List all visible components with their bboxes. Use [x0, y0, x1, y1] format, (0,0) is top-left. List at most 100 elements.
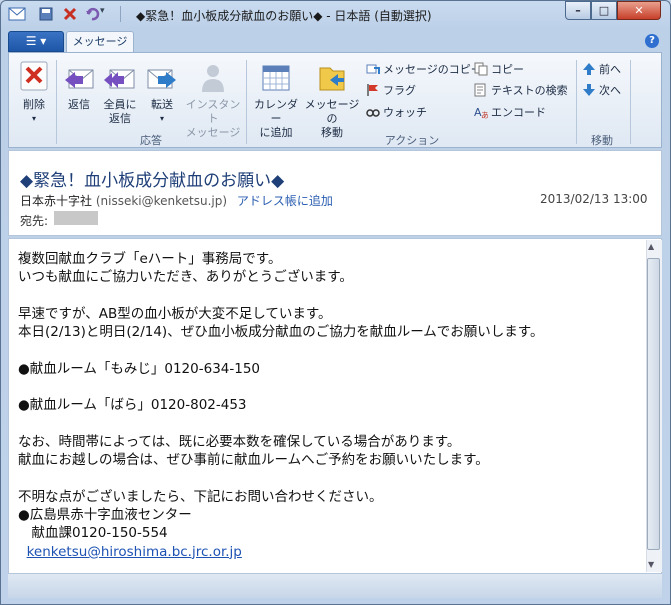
person-icon	[197, 62, 229, 94]
copy-message-label: メッセージのコピー	[383, 63, 482, 76]
scroll-up-icon[interactable]: ▲	[648, 242, 654, 251]
sender-name: 日本赤十字社	[20, 194, 93, 208]
body-line: ●献血ルーム「ばら」0120-802-453	[18, 397, 247, 414]
reply-all-label-1: 全員に	[103, 98, 137, 111]
status-bar	[8, 574, 662, 598]
email-link[interactable]: kenketsu@hiroshima.bc.jrc.or.jp	[27, 544, 242, 560]
scrollbar-thumb[interactable]	[647, 258, 660, 550]
previous-label: 前へ	[599, 63, 621, 76]
group-separator	[630, 60, 631, 144]
minimize-button[interactable]: –	[565, 1, 591, 20]
body-line: なお、時間帯によっては、既に必要本数を確保している場合があります。	[18, 433, 461, 450]
sender-line: 日本赤十字社 (nisseki@kenketsu.jp) アドレス帳に追加	[20, 192, 333, 209]
reply-all-icon	[104, 62, 136, 94]
message-date: 2013/02/13 13:00	[540, 192, 648, 206]
undo-icon[interactable]	[84, 6, 100, 22]
add-to-calendar-button[interactable]: カレンダー に追加	[250, 62, 302, 140]
close-button[interactable]: ✕	[617, 1, 661, 20]
maximize-button[interactable]: □	[591, 1, 617, 20]
body-line: 早速ですが、AB型の血小板が大変不足しています。	[18, 305, 332, 322]
help-icon[interactable]: ?	[645, 34, 659, 48]
move-message-label-1: メッセージの	[304, 98, 360, 125]
reply-all-button[interactable]: 全員に 返信	[100, 62, 140, 126]
instant-message-button[interactable]: インスタント メッセージ	[184, 62, 242, 140]
move-message-button[interactable]: メッセージの 移動	[302, 62, 362, 140]
forward-label: 転送	[151, 98, 173, 111]
actions-group-label: アクション	[384, 134, 440, 147]
move-group-label: 移動	[591, 134, 613, 147]
next-label: 次へ	[599, 84, 621, 97]
titlebar-divider	[120, 6, 121, 22]
reply-label: 返信	[68, 98, 90, 111]
email-link-line: kenketsu@hiroshima.bc.jrc.or.jp	[18, 543, 638, 561]
calendar-icon	[260, 62, 292, 94]
body-line	[18, 378, 638, 396]
copy-icon	[474, 62, 488, 76]
save-icon[interactable]	[38, 6, 54, 22]
encode-icon: Aあ	[474, 105, 489, 120]
quick-access-dropdown-icon[interactable]: ▾	[100, 6, 105, 16]
group-separator	[56, 60, 57, 144]
body-line: 献血課0120-150-554	[18, 525, 168, 542]
mail-app-icon	[8, 7, 26, 21]
sender-address: (nisseki@kenketsu.jp)	[95, 194, 228, 208]
body-line: 本日(2/13)と明日(2/14)、ぜひ血小板成分献血のご協力を献血ルームでお願…	[18, 324, 544, 341]
add-to-calendar-label-1: カレンダー	[254, 98, 298, 125]
message-subject: ◆緊急！血小板成分献血のお願い◆	[20, 171, 285, 191]
respond-group-label: 応答	[140, 134, 162, 147]
delete-button[interactable]: 削除 ▾	[14, 60, 54, 126]
group-separator	[246, 60, 247, 144]
flag-icon	[366, 83, 380, 97]
tab-message[interactable]: メッセージ	[66, 31, 134, 53]
watch-button[interactable]: ウォッチ	[366, 105, 427, 121]
add-to-contacts-link[interactable]: アドレス帳に追加	[237, 194, 333, 208]
body-line	[18, 470, 638, 488]
message-body: 複数回献血クラブ「eハート」事務局です。 いつも献血にご協力いただき、ありがとう…	[18, 250, 638, 561]
recipient-redacted	[54, 211, 98, 225]
copy-button[interactable]: コピー	[474, 62, 524, 78]
reply-icon	[63, 62, 95, 94]
body-line: 複数回献血クラブ「eハート」事務局です。	[18, 251, 282, 267]
watch-label: ウォッチ	[383, 106, 427, 119]
arrow-up-icon	[582, 62, 596, 76]
body-line: 不明な点がございましたら、下記にお問い合わせください。	[18, 488, 383, 505]
body-line	[18, 415, 638, 433]
copy-message-button[interactable]: メッセージのコピー	[366, 62, 482, 78]
scroll-down-icon[interactable]: ▼	[648, 560, 654, 569]
reply-all-label-2: 返信	[109, 112, 131, 125]
copy-message-icon	[366, 62, 380, 76]
forward-button[interactable]: 転送 ▾	[142, 62, 182, 126]
group-separator	[576, 60, 577, 144]
body-line: ●広島県赤十字血液センター	[18, 507, 192, 524]
find-icon	[474, 83, 488, 97]
to-label: 宛先:	[20, 214, 49, 228]
instant-message-label-1: インスタント	[185, 98, 241, 125]
flag-label: フラグ	[383, 84, 416, 97]
title-bar: ▾ ◆緊急！血小板成分献血のお願い◆ - 日本語 (自動選択) – □ ✕	[0, 0, 671, 30]
folder-move-icon	[316, 62, 348, 94]
delete-dropdown-icon[interactable]: ▾	[14, 112, 54, 126]
delete-icon	[19, 60, 49, 94]
next-button[interactable]: 次へ	[582, 83, 621, 99]
encode-label: エンコード	[491, 106, 546, 119]
forward-icon	[146, 62, 178, 94]
body-line: ●献血ルーム「もみじ」0120-634-150	[18, 360, 261, 377]
copy-label: コピー	[491, 63, 524, 76]
body-line	[18, 287, 638, 305]
previous-button[interactable]: 前へ	[582, 62, 621, 78]
delete-label: 削除	[23, 98, 45, 111]
body-line: いつも献血にご協力いただき、ありがとうございます。	[18, 269, 353, 286]
glasses-icon	[366, 105, 380, 119]
body-line	[18, 341, 638, 359]
find-text-button[interactable]: テキストの検索	[474, 83, 568, 99]
file-menu-button[interactable]: ☰ ▾	[8, 31, 64, 52]
svg-text:あ: あ	[481, 111, 488, 119]
body-line: 献血にお越しの場合は、ぜひ事前に献血ルームへご予約をお願いいたします。	[18, 452, 489, 469]
window-title: ◆緊急！血小板成分献血のお願い◆ - 日本語 (自動選択)	[136, 9, 432, 23]
delete-quick-icon[interactable]	[62, 6, 78, 22]
flag-button[interactable]: フラグ	[366, 83, 416, 99]
encode-button[interactable]: A あエンコード	[474, 105, 546, 121]
reply-button[interactable]: 返信	[60, 62, 98, 112]
arrow-down-icon	[582, 83, 596, 97]
forward-dropdown-icon[interactable]: ▾	[142, 112, 182, 126]
